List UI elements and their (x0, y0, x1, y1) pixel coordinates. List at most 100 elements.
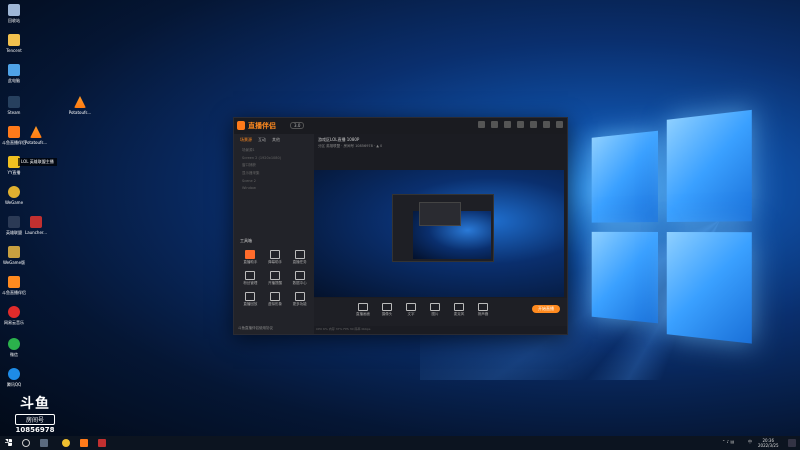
icon-label: Steam (7, 110, 21, 115)
tool-item[interactable]: 直播回放 (238, 292, 263, 307)
minimize-icon[interactable] (530, 121, 537, 128)
stream-preview[interactable] (314, 170, 564, 297)
douyu-live-window[interactable]: 直播伴侣 3.0 场景源 互动 其他 场景源1 Screen 2 (1920x1… (233, 117, 568, 335)
room-title[interactable]: 游戏区LOL直播 1080P (318, 137, 359, 143)
bottom-label: 麦克风 (453, 312, 465, 316)
tool-label: 直播回放 (243, 302, 258, 306)
vlc-icon[interactable]: Potatoufs... (22, 126, 50, 145)
wegame-icon[interactable]: WeGame (0, 186, 28, 205)
input-language[interactable]: 中 (748, 439, 752, 445)
clock[interactable]: 20:36 2022/3/25 (758, 438, 779, 448)
tool-icon (269, 250, 280, 259)
icon-label: Tencent (6, 48, 22, 53)
screen-icon (358, 303, 368, 311)
wegame-icon[interactable]: WeGame版 (0, 246, 28, 266)
bottom-label: 直播画面 (356, 312, 370, 316)
tool-label: 直播任务 (292, 260, 307, 264)
douyu-taskbar-icon[interactable] (80, 439, 88, 447)
maximize-icon[interactable] (543, 121, 550, 128)
icon-label: WeGame (4, 200, 24, 205)
computer-icon[interactable]: 此电脑 (0, 64, 28, 84)
tray-icons[interactable]: ⌃ ♪ ▤ (722, 439, 734, 444)
recycle-bin-icon[interactable]: 回收站 (0, 4, 28, 24)
wechat-icon[interactable]: 微信 (0, 338, 28, 358)
douyu-icon[interactable]: 斗鱼直播伴侣 (0, 276, 28, 296)
start-live-button[interactable]: 开始直播 (532, 305, 560, 313)
text-button[interactable]: 文字 (402, 303, 420, 317)
source-item[interactable]: 显示器采集 (234, 169, 314, 177)
mic-icon (454, 303, 464, 311)
image-icon (430, 303, 440, 311)
icon-label: 回收站 (8, 18, 20, 23)
title-bar[interactable]: 直播伴侣 3.0 (234, 118, 567, 134)
message-icon[interactable] (491, 121, 498, 128)
tab-interact[interactable]: 互动 (258, 137, 266, 143)
tool-item[interactable]: 直播助手 (238, 250, 263, 265)
mic-button[interactable]: 麦克风 (450, 303, 468, 317)
left-panel: 场景源 互动 其他 场景源1 Screen 2 (1920x1080) 窗口捕获… (234, 134, 314, 334)
tool-item[interactable]: 弹幕助手 (263, 250, 288, 265)
bottom-toolbar: 直播画面 摄像头 文字 图片 麦克风 扬声器 (314, 298, 567, 326)
notice-text[interactable]: 斗鱼直播伴侣使用协议 (238, 326, 273, 331)
menu-icon[interactable] (517, 121, 524, 128)
tool-icon (294, 271, 305, 280)
vlc-icon[interactable]: Potatoufs... (66, 96, 94, 115)
status-bar: CPU 6% 内存 37% FPS 30 码率 0kbps (316, 327, 371, 331)
steam-icon[interactable]: Steam (0, 96, 28, 115)
tool-icon (245, 250, 256, 259)
folder-icon[interactable]: Tencent (0, 34, 28, 53)
settings-icon[interactable] (504, 121, 511, 128)
task-view-icon[interactable] (40, 439, 48, 447)
chrome-icon[interactable] (62, 439, 70, 447)
icon-label: WeGame版 (2, 260, 26, 265)
launcher-taskbar-icon[interactable] (98, 439, 106, 447)
qq-icon[interactable]: 腾讯QQ (0, 368, 28, 388)
tool-icon (269, 292, 280, 301)
nested-preview (392, 194, 494, 262)
tool-label: 更多功能 (292, 302, 307, 306)
icon-label: YY直播 (7, 170, 21, 175)
bottom-label: 摄像头 (381, 312, 393, 316)
tool-item[interactable]: 开播提醒 (263, 271, 288, 286)
tool-label: 开播提醒 (267, 281, 282, 285)
tool-item[interactable]: 粉丝管理 (238, 271, 263, 286)
tab-other[interactable]: 其他 (272, 137, 280, 143)
search-icon[interactable] (22, 439, 30, 447)
tool-label: 弹幕助手 (267, 260, 282, 264)
source-item[interactable]: Screen 2 (1920x1080) (234, 154, 314, 161)
tool-item[interactable]: 更多功能 (287, 292, 312, 307)
close-icon[interactable] (556, 121, 563, 128)
source-item[interactable]: 窗口捕获 (234, 161, 314, 169)
speaker-button[interactable]: 扬声器 (474, 303, 492, 317)
source-item[interactable]: Window (234, 184, 314, 191)
tab-scenes[interactable]: 场景源 (240, 137, 252, 143)
icon-label: 斗鱼直播伴侣 (2, 290, 26, 295)
camera-icon (382, 303, 392, 311)
tool-item[interactable]: 虚拟形象 (263, 292, 288, 307)
tools-grid: 直播助手 弹幕助手 直播任务 粉丝管理 开播提醒 数据中心 直播回放 虚拟形象 … (238, 250, 312, 307)
source-item[interactable]: 场景源1 (234, 146, 314, 154)
notification-icon[interactable] (788, 439, 796, 447)
bottom-label: 图片 (431, 312, 439, 316)
camera-button[interactable]: 摄像头 (378, 303, 396, 317)
version-badge[interactable]: 3.0 (290, 122, 305, 129)
launcher-icon[interactable]: Launcher... (22, 216, 50, 235)
tool-icon (269, 271, 280, 280)
screen-capture-button[interactable]: 直播画面 (354, 303, 372, 317)
tool-item[interactable]: 直播任务 (287, 250, 312, 265)
icon-label: 微信 (10, 352, 18, 357)
icon-label: Launcher... (24, 230, 48, 235)
watermark-tag: 房间号 (15, 414, 55, 425)
icon-label: 腾讯QQ (6, 382, 22, 387)
image-button[interactable]: 图片 (426, 303, 444, 317)
icon-label: 网易云音乐 (4, 320, 24, 325)
netease-music-icon[interactable]: 网易云音乐 (0, 306, 28, 326)
tools-header: 工具箱 (240, 238, 252, 243)
watermark-logo: 斗鱼 (20, 396, 50, 412)
start-icon[interactable] (5, 439, 12, 446)
speaker-icon (478, 303, 488, 311)
source-item[interactable]: Scene 2 (234, 177, 314, 184)
tool-item[interactable]: 数据中心 (287, 271, 312, 286)
tool-label: 直播助手 (243, 260, 258, 264)
avatar-icon[interactable] (478, 121, 485, 128)
